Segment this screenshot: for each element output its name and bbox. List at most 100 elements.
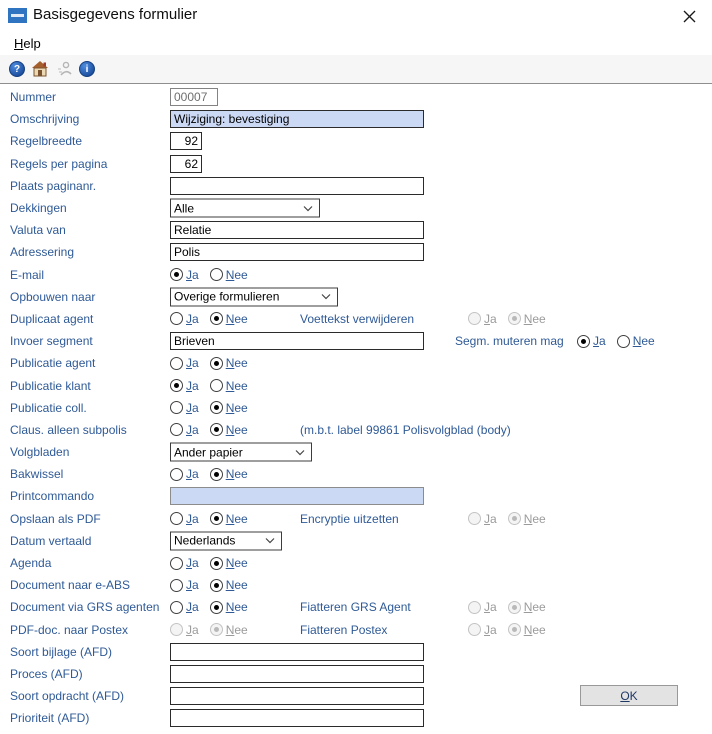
radio-nee-label: Nee bbox=[523, 622, 546, 637]
radio-ja[interactable] bbox=[577, 334, 590, 348]
radio-ja-label[interactable]: Ja bbox=[186, 467, 199, 481]
radio-ja[interactable] bbox=[170, 268, 183, 282]
menu-help[interactable]: Help bbox=[10, 34, 45, 53]
radio-nee bbox=[507, 312, 521, 326]
radio-ja-label[interactable]: Ja bbox=[593, 334, 606, 348]
chevron-down-icon bbox=[265, 538, 275, 544]
radio-nee[interactable] bbox=[209, 379, 223, 393]
proces-afd-input[interactable] bbox=[170, 664, 424, 683]
radio-ja[interactable] bbox=[170, 467, 183, 481]
radio-nee[interactable] bbox=[616, 334, 630, 348]
volgbladen-select[interactable]: Ander papier bbox=[170, 442, 312, 462]
radio-ja[interactable] bbox=[170, 578, 183, 592]
radio-nee[interactable] bbox=[209, 556, 223, 570]
row-publicatie-coll: Publicatie coll. Ja Nee bbox=[0, 397, 712, 419]
dekkingen-select[interactable]: Alle bbox=[170, 198, 320, 218]
close-button[interactable] bbox=[674, 5, 704, 27]
radio-ja[interactable] bbox=[170, 600, 183, 614]
radio-ja-label[interactable]: Ja bbox=[186, 556, 199, 570]
radio-nee[interactable] bbox=[209, 268, 223, 282]
radio-ja[interactable] bbox=[170, 423, 183, 437]
radio-ja-label[interactable]: Ja bbox=[186, 379, 199, 393]
row-soort-opdracht-afd: Soort opdracht (AFD) OK bbox=[0, 685, 712, 707]
radio-nee bbox=[507, 623, 521, 637]
radio-ja[interactable] bbox=[170, 356, 183, 370]
row-document-naar-e-abs: Document naar e-ABS Ja Nee bbox=[0, 574, 712, 596]
ok-button-label: OK bbox=[620, 688, 638, 703]
radio-nee-label[interactable]: Nee bbox=[226, 312, 248, 326]
row-opslaan-als-pdf: Opslaan als PDF Ja Nee Encryptie uitzett… bbox=[0, 508, 712, 530]
radio-ja[interactable] bbox=[170, 401, 183, 415]
datum-vertaald-select[interactable]: Nederlands bbox=[170, 531, 282, 551]
plaats-paginanr-input[interactable] bbox=[170, 176, 424, 195]
email-radio-group: Ja Nee bbox=[170, 268, 259, 282]
regels-per-pagina-input[interactable] bbox=[170, 154, 202, 173]
radio-nee-label[interactable]: Nee bbox=[226, 356, 248, 370]
radio-nee[interactable] bbox=[209, 312, 223, 326]
radio-nee-label[interactable]: Nee bbox=[226, 600, 248, 614]
row-valuta-van: Valuta van bbox=[0, 219, 712, 241]
chevron-down-icon bbox=[321, 294, 331, 300]
field-label: Publicatie coll. bbox=[10, 400, 87, 415]
help-icon[interactable]: ? bbox=[9, 61, 25, 77]
app-logo-icon bbox=[8, 8, 27, 23]
opbouwen-naar-select[interactable]: Overige formulieren bbox=[170, 287, 338, 307]
radio-ja-label[interactable]: Ja bbox=[186, 423, 199, 437]
radio-ja-label[interactable]: Ja bbox=[186, 600, 199, 614]
regelbreedte-input[interactable] bbox=[170, 132, 202, 151]
row-invoer-segment: Invoer segment Segm. muteren mag Ja Nee bbox=[0, 330, 712, 352]
segm-muteren-mag-label: Segm. muteren mag bbox=[455, 334, 564, 349]
home-icon[interactable] bbox=[31, 61, 49, 77]
radio-nee[interactable] bbox=[209, 578, 223, 592]
soort-bijlage-afd-input[interactable] bbox=[170, 642, 424, 661]
radio-nee-label[interactable]: Nee bbox=[226, 268, 248, 282]
radio-ja-label[interactable]: Ja bbox=[186, 512, 199, 526]
radio-ja-label[interactable]: Ja bbox=[186, 578, 199, 592]
radio-nee-label[interactable]: Nee bbox=[226, 379, 248, 393]
radio-nee-label[interactable]: Nee bbox=[633, 334, 655, 348]
radio-ja[interactable] bbox=[170, 379, 183, 393]
radio-nee-label[interactable]: Nee bbox=[226, 401, 248, 415]
radio-ja-label[interactable]: Ja bbox=[186, 312, 199, 326]
invoer-segment-input[interactable] bbox=[170, 332, 424, 351]
field-label: Omschrijving bbox=[10, 112, 80, 127]
field-label: Nummer bbox=[10, 90, 57, 105]
row-omschrijving: Omschrijving bbox=[0, 108, 712, 130]
ok-button[interactable]: OK bbox=[580, 685, 678, 707]
close-icon bbox=[683, 10, 695, 22]
adressering-input[interactable] bbox=[170, 243, 424, 262]
info-icon[interactable]: i bbox=[79, 61, 95, 77]
radio-nee[interactable] bbox=[209, 401, 223, 415]
field-label: Regelbreedte bbox=[10, 134, 83, 149]
row-publicatie-klant: Publicatie klant Ja Nee bbox=[0, 374, 712, 396]
radio-nee[interactable] bbox=[209, 512, 223, 526]
radio-ja-label[interactable]: Ja bbox=[186, 401, 199, 415]
printcommando-input[interactable] bbox=[170, 487, 424, 506]
radio-nee-label: Nee bbox=[523, 511, 546, 526]
radio-nee[interactable] bbox=[209, 356, 223, 370]
field-label: Soort opdracht (AFD) bbox=[10, 689, 125, 704]
row-printcommando: Printcommando bbox=[0, 485, 712, 507]
radio-nee-label[interactable]: Nee bbox=[226, 512, 248, 526]
valuta-van-input[interactable] bbox=[170, 221, 424, 240]
field-label: Soort bijlage (AFD) bbox=[10, 644, 113, 659]
row-duplicaat-agent: Duplicaat agent Ja Nee Voettekst verwijd… bbox=[0, 308, 712, 330]
soort-opdracht-afd-input[interactable] bbox=[170, 687, 424, 706]
omschrijving-input[interactable] bbox=[170, 110, 424, 129]
radio-ja[interactable] bbox=[170, 512, 183, 526]
radio-nee[interactable] bbox=[209, 467, 223, 481]
radio-ja[interactable] bbox=[170, 556, 183, 570]
radio-nee[interactable] bbox=[209, 423, 223, 437]
radio-nee-label[interactable]: Nee bbox=[226, 423, 248, 437]
prioriteit-afd-input[interactable] bbox=[170, 709, 424, 728]
radio-nee-label[interactable]: Nee bbox=[226, 467, 248, 481]
radio-ja-label[interactable]: Ja bbox=[186, 268, 199, 282]
selected-value: Overige formulieren bbox=[174, 289, 280, 304]
radio-nee[interactable] bbox=[209, 600, 223, 614]
field-label: Dekkingen bbox=[10, 201, 67, 216]
radio-ja-label[interactable]: Ja bbox=[186, 356, 199, 370]
fiatteren-grs-agent-label: Fiatteren GRS Agent bbox=[300, 600, 411, 615]
radio-nee-label[interactable]: Nee bbox=[226, 556, 248, 570]
radio-nee-label[interactable]: Nee bbox=[226, 578, 248, 592]
radio-ja[interactable] bbox=[170, 312, 183, 326]
